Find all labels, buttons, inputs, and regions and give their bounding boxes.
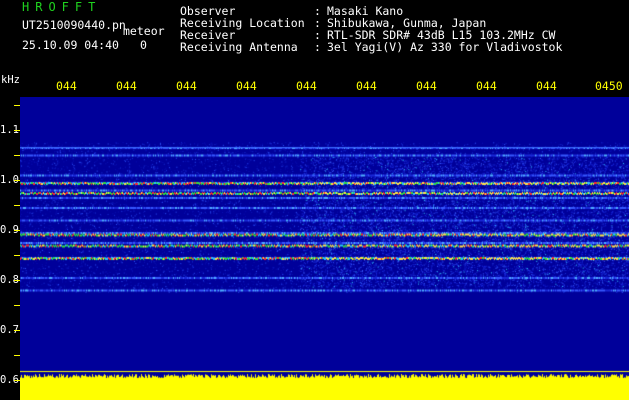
datetime: 25.10.09 04:40 bbox=[22, 38, 119, 52]
time-tick: 044 bbox=[476, 79, 497, 93]
time-tick: 044 bbox=[356, 79, 377, 93]
antenna-label: Receiving Antenna bbox=[180, 40, 298, 54]
time-tick: 044 bbox=[116, 79, 137, 93]
spectrogram-plot bbox=[20, 97, 629, 400]
filename: UT2510090440.pn bbox=[22, 18, 126, 32]
frequency-unit-label: kHz bbox=[1, 74, 20, 86]
app-brand: HROFFT bbox=[22, 0, 102, 14]
time-tick: 044 bbox=[296, 79, 317, 93]
time-tick: 044 bbox=[176, 79, 197, 93]
header-panel: HROFFT UT2510090440.pn meteor 25.10.09 0… bbox=[0, 0, 629, 78]
mode-label: meteor bbox=[123, 24, 165, 38]
time-tick: 044 bbox=[416, 79, 437, 93]
time-tick: 044 bbox=[236, 79, 257, 93]
separator: : bbox=[314, 40, 321, 54]
time-tick: 044 bbox=[536, 79, 557, 93]
time-tick: 044 bbox=[56, 79, 77, 93]
frame-counter: 0 bbox=[140, 38, 147, 52]
antenna-value: 3el Yagi(V) Az 330 for Vladivostok bbox=[327, 40, 563, 54]
time-tick: 0450 bbox=[595, 79, 623, 93]
